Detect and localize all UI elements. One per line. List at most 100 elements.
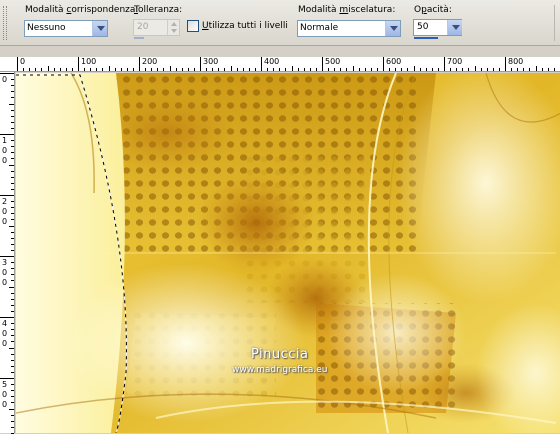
ruler-minor-tick xyxy=(292,66,293,71)
ruler-minor-tick xyxy=(11,360,14,361)
ruler-minor-tick xyxy=(267,68,268,71)
use-all-layers-checkbox[interactable] xyxy=(187,20,199,32)
match-mode-select[interactable]: Nessuno xyxy=(24,20,108,37)
ruler-minor-tick xyxy=(48,66,49,71)
ruler-minor-tick xyxy=(11,213,14,214)
ruler-minor-tick xyxy=(218,68,219,71)
tolerance-spin-icon[interactable] xyxy=(167,20,179,35)
ruler-minor-tick xyxy=(194,68,195,71)
ruler-major-tick xyxy=(444,57,445,71)
opacity-input[interactable]: 50 xyxy=(413,19,449,36)
ruler-minor-tick xyxy=(11,128,14,129)
ruler-minor-tick xyxy=(11,122,14,123)
ruler-minor-tick xyxy=(182,68,183,71)
ruler-minor-tick xyxy=(11,402,14,403)
ruler-minor-tick xyxy=(401,68,402,71)
ruler-minor-tick xyxy=(11,372,14,373)
opacity-slider[interactable] xyxy=(414,37,438,39)
ruler-minor-tick xyxy=(365,68,366,71)
ruler-label-digit: 4 xyxy=(2,319,8,328)
ruler-minor-tick xyxy=(133,68,134,71)
ruler-label: 800 xyxy=(508,57,524,66)
use-all-layers-label: Utilizza tutti i livelli xyxy=(202,21,288,31)
ruler-minor-tick xyxy=(96,68,97,71)
chevron-down-icon[interactable] xyxy=(385,21,400,36)
ruler-minor-tick xyxy=(188,68,189,71)
ruler-minor-tick xyxy=(11,293,14,294)
ruler-label: 100 xyxy=(81,57,97,66)
tolerance-slider[interactable] xyxy=(134,37,144,39)
ruler-minor-tick xyxy=(475,66,476,71)
ruler-label-digit: 3 xyxy=(2,258,8,267)
ruler-minor-tick xyxy=(11,244,14,245)
ruler-minor-tick xyxy=(9,104,14,105)
blend-mode-select[interactable]: Normale xyxy=(297,20,401,37)
ruler-major-tick xyxy=(383,57,384,71)
ruler-major-tick xyxy=(0,73,14,74)
ruler-minor-tick xyxy=(11,262,14,263)
canvas-artwork xyxy=(16,73,560,433)
ruler-label: 700 xyxy=(447,57,463,66)
ruler-minor-tick xyxy=(438,68,439,71)
ruler-minor-tick xyxy=(11,79,14,80)
ruler-minor-tick xyxy=(84,68,85,71)
tool-options-bar: Modalità corrispondenza: Nessuno Tollera… xyxy=(0,0,560,46)
chevron-down-icon[interactable] xyxy=(92,21,107,36)
ruler-label-digit: 0 xyxy=(2,339,8,348)
ruler-minor-tick xyxy=(11,421,14,422)
ruler-label-digit: 0 xyxy=(2,207,8,216)
ruler-minor-tick xyxy=(11,116,14,117)
ruler-label-digit: 0 xyxy=(2,278,8,287)
ruler-minor-tick xyxy=(243,68,244,71)
ruler-label-digit: 0 xyxy=(2,390,8,399)
ruler-minor-tick xyxy=(11,390,14,391)
image-canvas[interactable]: Pinuccia www.madrigrafica.eu xyxy=(16,73,560,433)
ruler-minor-tick xyxy=(29,68,30,71)
ruler-major-tick xyxy=(261,57,262,71)
ruler-minor-tick xyxy=(54,68,55,71)
ruler-label: 200 xyxy=(142,57,158,66)
ruler-minor-tick xyxy=(157,68,158,71)
ruler-major-tick xyxy=(139,57,140,71)
ruler-major-tick xyxy=(0,378,14,379)
ruler-major-tick xyxy=(17,57,18,71)
ruler-minor-tick xyxy=(493,68,494,71)
ruler-minor-tick xyxy=(11,189,14,190)
ruler-minor-tick xyxy=(35,68,36,71)
ruler-minor-tick xyxy=(11,274,14,275)
ruler-major-tick xyxy=(0,256,14,257)
ruler-minor-tick xyxy=(11,177,14,178)
ruler-minor-tick xyxy=(371,68,372,71)
ruler-minor-tick xyxy=(377,68,378,71)
ruler-minor-tick xyxy=(511,68,512,71)
ruler-label: 0 xyxy=(20,57,26,66)
ruler-minor-tick xyxy=(11,280,14,281)
ruler-label-digit: 0 xyxy=(2,268,8,277)
ruler-minor-tick xyxy=(11,146,14,147)
ruler-minor-tick xyxy=(481,68,482,71)
ruler-minor-tick xyxy=(9,287,14,288)
ruler-minor-tick xyxy=(456,68,457,71)
ruler-minor-tick xyxy=(11,232,14,233)
vertical-ruler: 0100200300400500 xyxy=(0,72,15,434)
ruler-major-tick xyxy=(0,317,14,318)
ruler-minor-tick xyxy=(11,183,14,184)
ruler-minor-tick xyxy=(11,201,14,202)
ruler-minor-tick xyxy=(72,68,73,71)
ruler-minor-tick xyxy=(11,207,14,208)
toolbar-grip[interactable] xyxy=(3,6,7,40)
ruler-minor-tick xyxy=(11,85,14,86)
ruler-label-digit: 2 xyxy=(2,197,8,206)
ruler-minor-tick xyxy=(11,140,14,141)
ruler-minor-tick xyxy=(11,366,14,367)
ruler-label-digit: 0 xyxy=(2,156,8,165)
chevron-down-icon[interactable] xyxy=(447,20,462,35)
ruler-minor-tick xyxy=(170,66,171,71)
ruler-major-tick xyxy=(0,134,14,135)
ruler-minor-tick xyxy=(11,91,14,92)
ruler-minor-tick xyxy=(60,68,61,71)
opacity-dropdown[interactable] xyxy=(447,19,462,36)
ruler-label-digit: 0 xyxy=(2,217,8,226)
opacity-value: 50 xyxy=(417,22,429,32)
ruler-minor-tick xyxy=(11,354,14,355)
